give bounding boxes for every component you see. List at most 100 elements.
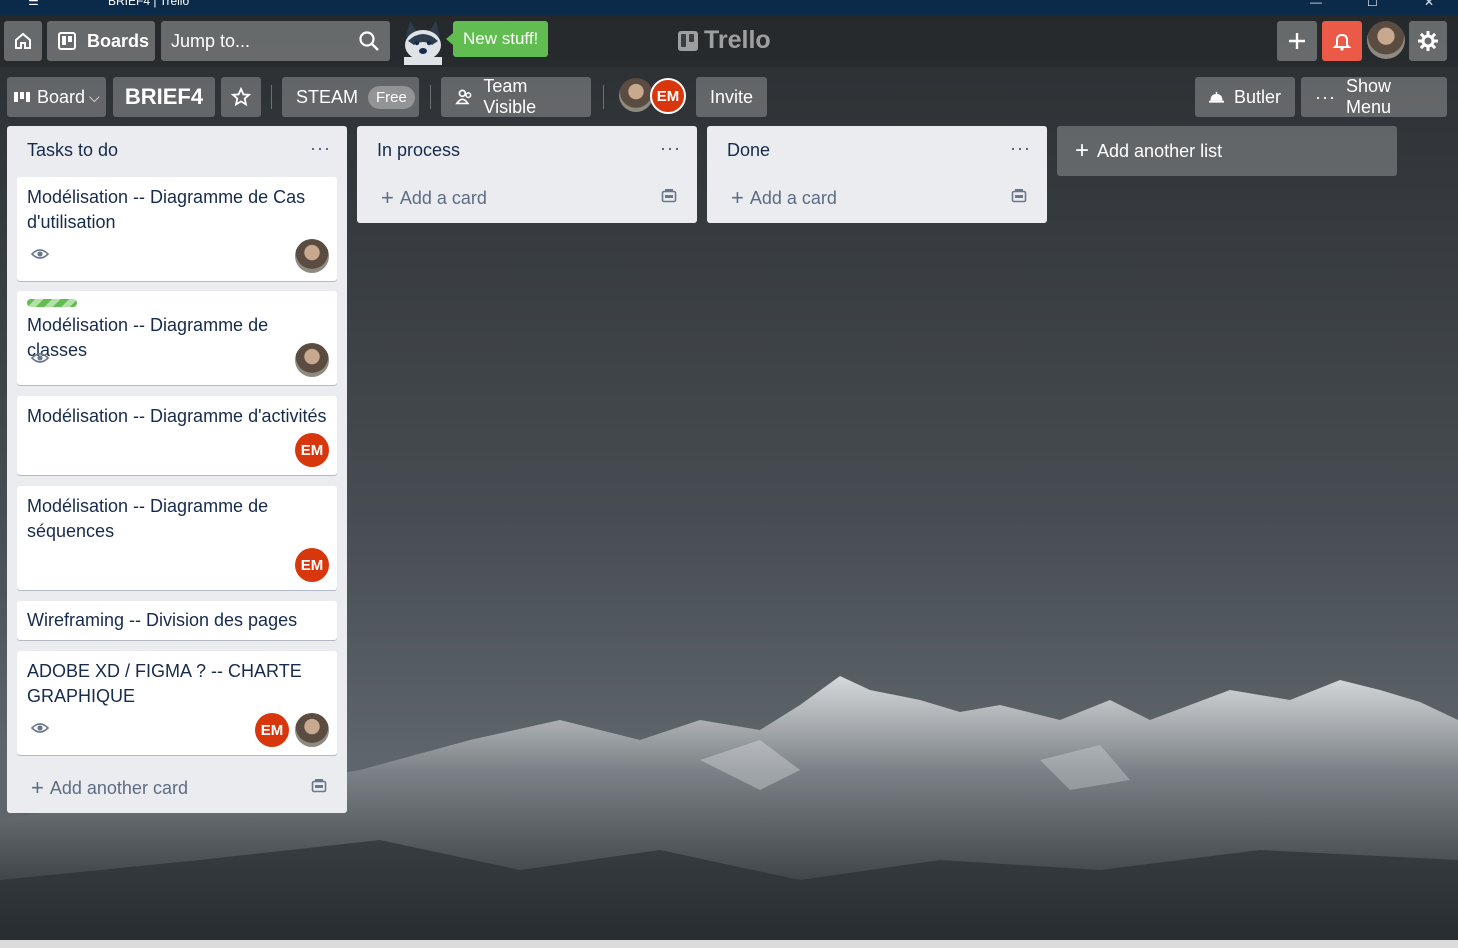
plus-icon: + [381, 185, 394, 210]
list-done: Done ··· + Add a card [707, 126, 1047, 223]
member-avatar[interactable] [619, 78, 653, 112]
home-button[interactable] [4, 21, 42, 61]
board-name-button[interactable]: BRIEF4 [113, 77, 215, 117]
team-plan-badge: Free [368, 85, 415, 109]
board-view-label: Board [37, 86, 86, 107]
header-divider [603, 85, 604, 109]
add-list-button[interactable]: + Add another list [1057, 126, 1397, 176]
more-dots-icon: ··· [1315, 86, 1336, 107]
card[interactable]: Modélisation -- Diagramme de Cas d'utili… [17, 177, 337, 281]
boards-label: Boards [87, 30, 150, 51]
invite-label: Invite [710, 86, 754, 107]
card-member-avatar[interactable] [295, 343, 329, 377]
card-member-avatar[interactable] [295, 713, 329, 747]
board-header: Board ⌵ BRIEF4 STEAM Free Team Visible E… [0, 67, 1458, 123]
butler-label: Butler [1233, 86, 1281, 107]
app-header: Boards Jump to... New stuff! Trello [0, 15, 1458, 67]
search-icon [359, 31, 379, 51]
card-member-avatar[interactable] [295, 239, 329, 273]
watch-eye-icon [31, 723, 49, 733]
list-menu-icon[interactable]: ··· [660, 138, 681, 159]
card-member-em[interactable]: EM [255, 713, 289, 747]
card-title: Wireframing -- Division des pages [27, 610, 298, 630]
search-placeholder: Jump to... [171, 31, 251, 51]
team-button[interactable]: STEAM Free [282, 77, 419, 117]
close-icon[interactable]: ✕ [1424, 0, 1434, 9]
butler-button[interactable]: Butler [1195, 77, 1295, 117]
watch-eye-icon [31, 353, 49, 363]
board-icon [58, 32, 76, 50]
add-card-button[interactable]: + Add a card [381, 185, 487, 211]
card[interactable]: ADOBE XD / FIGMA ? -- CHARTE GRAPHIQUE E… [17, 651, 337, 755]
add-card-label: Add a card [749, 187, 837, 208]
new-stuff-button[interactable]: New stuff! [445, 21, 549, 57]
add-card-label: Add another card [49, 777, 188, 798]
card-template-icon[interactable] [1011, 188, 1027, 204]
list-menu-icon[interactable]: ··· [310, 138, 331, 159]
taco-husky-icon[interactable] [398, 19, 448, 65]
boards-button[interactable]: Boards [47, 21, 155, 61]
card[interactable]: Modélisation -- Diagramme d'activités EM [17, 396, 337, 475]
card-title: Modélisation -- Diagramme de Cas d'utili… [27, 187, 306, 232]
bell-icon [1332, 33, 1352, 51]
notifications-button[interactable] [1322, 21, 1362, 61]
board-view-icon [14, 92, 30, 102]
card-template-icon[interactable] [311, 778, 327, 794]
card[interactable]: Wireframing -- Division des pages [17, 601, 337, 640]
butler-bell-icon [1209, 91, 1224, 103]
plus-icon: + [1075, 137, 1090, 164]
show-menu-button[interactable]: ··· Show Menu [1301, 76, 1447, 117]
add-card-button[interactable]: + Add another card [31, 775, 188, 801]
plus-icon: + [731, 185, 744, 210]
card-member-em[interactable]: EM [295, 548, 329, 582]
watch-eye-icon [31, 249, 49, 259]
star-icon [231, 87, 251, 107]
list-menu-icon[interactable]: ··· [1010, 138, 1031, 159]
minimize-icon[interactable]: — [1310, 0, 1322, 9]
user-avatar[interactable] [1367, 21, 1405, 59]
trello-logo-text: Trello [704, 26, 771, 54]
member-avatar-em[interactable]: EM [650, 78, 686, 114]
show-menu-label: Show Menu [1345, 76, 1392, 117]
card-member-em[interactable]: EM [295, 433, 329, 467]
search-input[interactable]: Jump to... [161, 21, 390, 61]
team-name: STEAM [296, 86, 359, 107]
hamburger-icon[interactable]: ☰ [28, 0, 39, 8]
card-template-icon[interactable] [661, 188, 677, 204]
card[interactable]: Modélisation -- Diagramme de classes [17, 291, 337, 385]
trello-logo[interactable]: Trello [678, 26, 771, 55]
plus-icon: + [31, 775, 44, 800]
add-card-label: Add a card [399, 187, 487, 208]
card-title: Modélisation -- Diagramme de classes [27, 315, 269, 360]
header-divider [271, 85, 272, 109]
board-name: BRIEF4 [124, 84, 204, 109]
home-icon [15, 32, 31, 49]
team-visible-icon [455, 89, 472, 105]
card[interactable]: Modélisation -- Diagramme de séquences E… [17, 486, 337, 590]
window-titlebar: ☰ BRIEF4 | Trello — ☐ ✕ [0, 0, 1458, 15]
maximize-icon[interactable]: ☐ [1367, 0, 1378, 9]
window-title: BRIEF4 | Trello [108, 0, 190, 8]
invite-button[interactable]: Invite [696, 77, 767, 117]
plus-icon [1289, 33, 1305, 49]
trello-logo-icon [678, 30, 698, 51]
card-title: Modélisation -- Diagramme d'activités [27, 406, 327, 426]
visibility-label: Team Visible [483, 76, 537, 117]
card-label-green[interactable] [27, 299, 77, 307]
list-title[interactable]: Tasks to do [27, 140, 118, 161]
add-card-button[interactable]: + Add a card [731, 185, 837, 211]
settings-button[interactable] [1409, 21, 1447, 61]
visibility-button[interactable]: Team Visible [441, 76, 591, 117]
gear-icon [1418, 31, 1438, 51]
list-tasks-to-do: Tasks to do ··· Modélisation -- Diagramm… [7, 126, 347, 813]
card-title: ADOBE XD / FIGMA ? -- CHARTE GRAPHIQUE [27, 661, 302, 706]
card-title: Modélisation -- Diagramme de séquences [27, 496, 269, 541]
list-in-process: In process ··· + Add a card [357, 126, 697, 223]
board-view-switcher[interactable]: Board ⌵ [7, 77, 106, 117]
create-button[interactable] [1277, 21, 1317, 61]
add-list-label: Add another list [1097, 140, 1223, 161]
star-board-button[interactable] [221, 77, 261, 117]
list-title[interactable]: In process [377, 140, 460, 161]
list-title[interactable]: Done [727, 140, 770, 161]
chevron-down-icon: ⌵ [89, 88, 100, 105]
